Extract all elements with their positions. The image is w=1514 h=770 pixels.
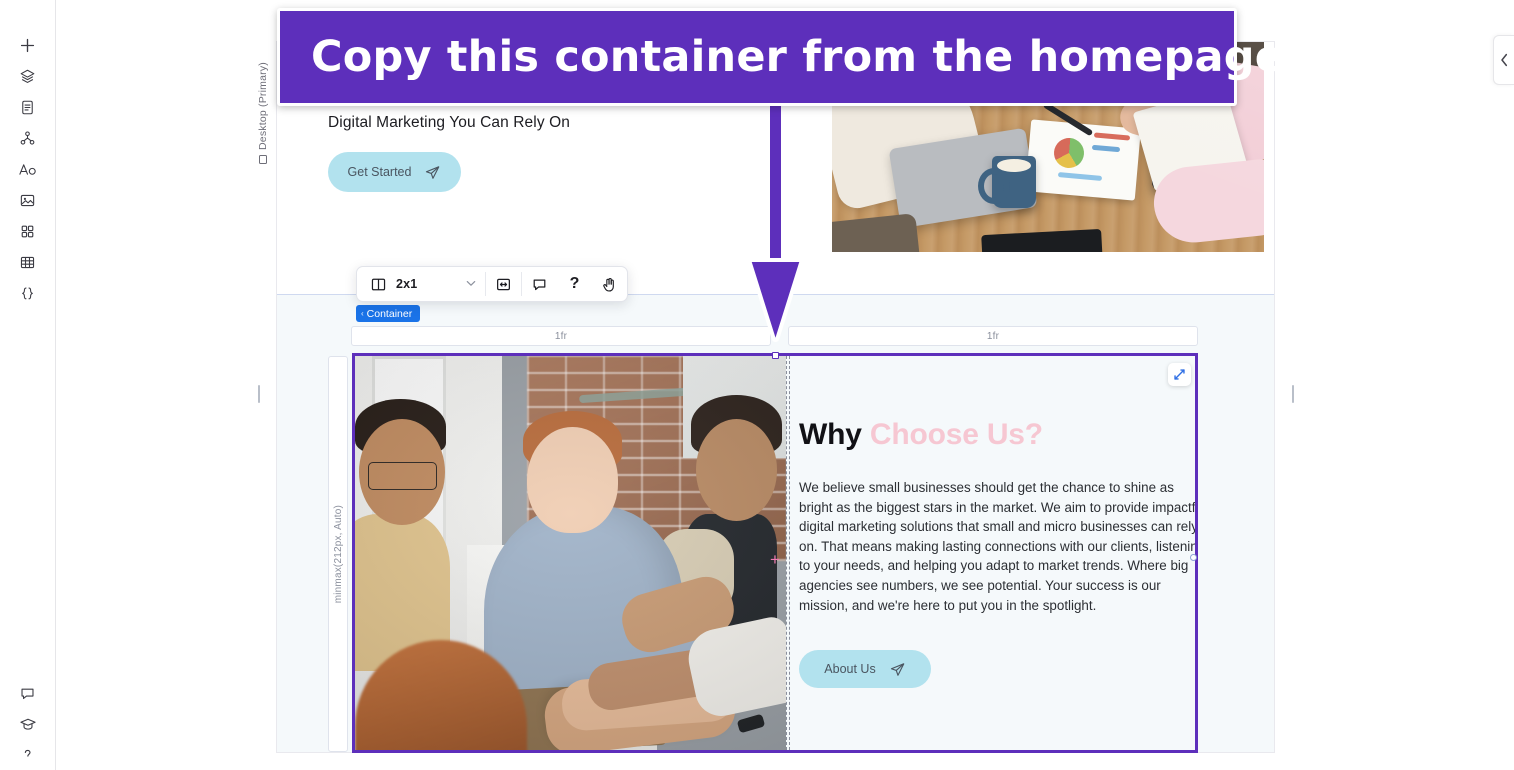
pages-icon[interactable] <box>13 96 43 118</box>
about-us-label: About Us <box>824 662 876 676</box>
sitemap-icon[interactable] <box>13 127 43 149</box>
text-style-icon[interactable] <box>13 158 43 180</box>
expand-container-icon[interactable] <box>1168 363 1191 386</box>
get-started-label: Get Started <box>347 165 412 179</box>
team-photo <box>355 356 786 750</box>
guide-tick-right <box>1292 385 1294 403</box>
add-icon[interactable] <box>13 34 43 56</box>
column-gap-guide-right <box>789 356 790 750</box>
guide-tick-left <box>258 385 260 403</box>
device-label-text: Desktop (Primary) <box>257 62 269 150</box>
comment-button[interactable] <box>522 267 557 301</box>
annotation-banner: Copy this container from the homepage <box>277 8 1284 106</box>
device-label: Desktop (Primary) <box>252 62 274 192</box>
why-choose-heading: Why Choose Us? <box>799 418 1043 452</box>
container-cell-left-image[interactable] <box>355 356 786 750</box>
layout-selector[interactable]: 2x1 <box>357 267 485 301</box>
canvas-workspace[interactable]: Desktop (Primary) Digital Marketing You … <box>56 0 1514 770</box>
annotation-stem <box>768 104 783 264</box>
hero-title: Digital Marketing You Can Rely On <box>328 114 570 131</box>
grid-column-track-2[interactable]: 1fr <box>788 326 1198 346</box>
heading-part-1: Why <box>799 418 870 451</box>
about-us-button[interactable]: About Us <box>799 650 931 688</box>
grid-column-track-1[interactable]: 1fr <box>351 326 771 346</box>
layers-icon[interactable] <box>13 65 43 87</box>
grid-column-track-2-label: 1fr <box>986 330 1000 342</box>
selection-tag-badge[interactable]: ‹ Container <box>356 305 421 322</box>
add-column-handle[interactable]: + <box>770 551 780 568</box>
hand-tool-button[interactable] <box>592 267 627 301</box>
left-icon-rail <box>0 0 56 770</box>
heading-part-2: Choose Us? <box>869 418 1043 451</box>
grid-column-track-1-label: 1fr <box>554 330 568 342</box>
column-gap-guide-left <box>786 356 787 750</box>
comments-icon[interactable] <box>13 682 43 704</box>
app-root: Desktop (Primary) Digital Marketing You … <box>0 0 1514 770</box>
grid-row-track-1[interactable]: minmax(212px, Auto) <box>328 356 348 752</box>
media-icon[interactable] <box>13 189 43 211</box>
container-cell-right-text[interactable]: Why Choose Us? We believe small business… <box>789 356 1195 750</box>
annotation-arrow <box>744 255 807 343</box>
code-icon[interactable] <box>13 282 43 304</box>
apps-icon[interactable] <box>13 220 43 242</box>
chevron-down-icon <box>466 279 476 289</box>
annotation-banner-text: Copy this container from the homepage <box>311 32 1285 82</box>
comment-icon <box>533 279 546 290</box>
rail-top-group <box>13 0 43 304</box>
send-icon <box>890 662 905 676</box>
grid-row-track-1-label: minmax(212px, Auto) <box>332 504 344 604</box>
help-button[interactable]: ? <box>557 267 592 301</box>
columns-layout-icon <box>371 278 386 290</box>
hand-cursor-icon <box>603 277 614 292</box>
badge-label: Container <box>366 307 413 320</box>
rail-bottom-group <box>13 682 43 770</box>
academy-icon[interactable] <box>13 713 43 735</box>
help-button-label: ? <box>569 275 580 292</box>
why-choose-body: We believe small businesses should get t… <box>799 480 1195 613</box>
badge-chevron-icon: ‹ <box>361 309 364 318</box>
layout-value: 2x1 <box>396 277 418 291</box>
element-toolbar: 2x1 ? <box>356 266 628 302</box>
resize-column-handle[interactable] <box>1190 554 1197 561</box>
send-icon <box>426 165 440 179</box>
resize-width-icon <box>497 278 510 290</box>
collapse-panel-button[interactable] <box>1493 35 1514 85</box>
resize-width-button[interactable] <box>486 267 521 301</box>
get-started-button[interactable]: Get Started <box>328 152 461 192</box>
monitor-icon <box>259 155 267 164</box>
chevron-left-icon <box>1500 53 1507 67</box>
table-icon[interactable] <box>13 251 43 273</box>
help-icon[interactable] <box>13 744 43 766</box>
